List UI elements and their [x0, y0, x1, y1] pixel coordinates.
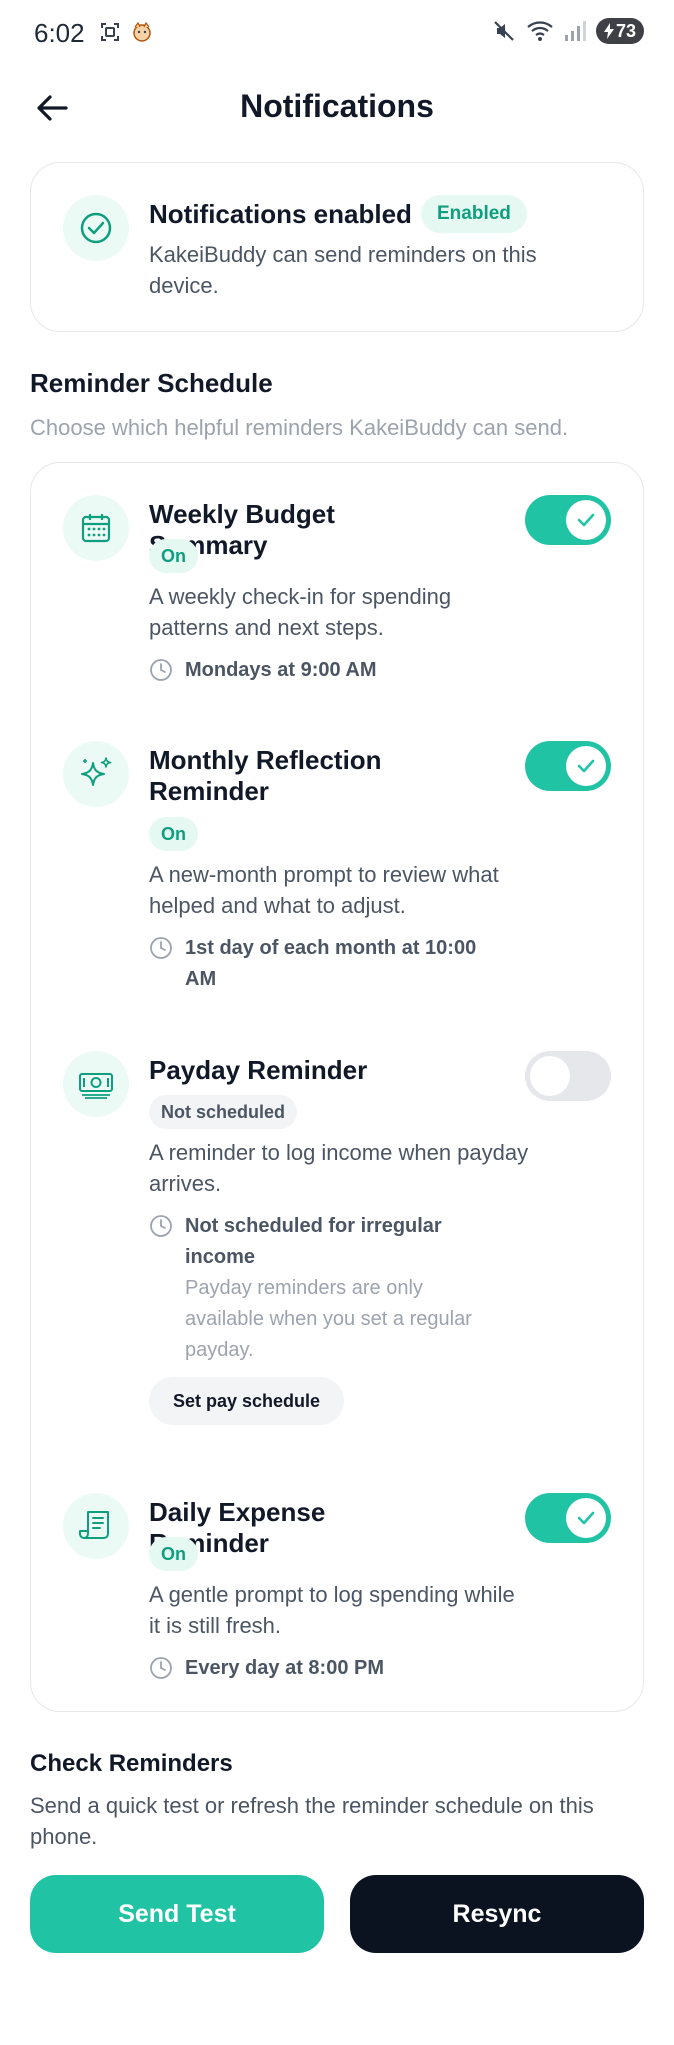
check-reminders-subtitle: Send a quick test or refresh the reminde…	[30, 1793, 594, 1849]
daily-expense-toggle[interactable]	[525, 1493, 611, 1543]
reminder-description: A new-month prompt to review what helped…	[149, 862, 499, 918]
reminder-description: A weekly check-in for spending patterns …	[149, 584, 452, 640]
reminder-schedule-title: Reminder Schedule	[30, 368, 273, 398]
cash-icon	[79, 1073, 113, 1099]
set-pay-schedule-button[interactable]: Set pay schedule	[149, 1377, 345, 1425]
clock-icon	[150, 1215, 172, 1237]
weekly-budget-toggle[interactable]	[525, 495, 611, 545]
status-badge: On	[149, 817, 198, 851]
notification-status-description: KakeiBuddy can send reminders on this de…	[149, 242, 537, 298]
toggle-knob	[566, 500, 606, 540]
wifi-icon	[527, 21, 553, 41]
battery-level: 73	[615, 20, 637, 41]
reminder-list: Weekly Budget Summary On A weekly check-…	[30, 462, 644, 1712]
reminder-icon-circle	[63, 741, 129, 807]
reminder-schedule-subtitle: Choose which helpful reminders KakeiBudd…	[30, 415, 569, 440]
sparkle-icon	[81, 757, 112, 786]
reminder-description: A gentle prompt to log spending while it…	[149, 1582, 515, 1638]
status-badge: Not scheduled	[149, 1095, 298, 1129]
check-reminders-title: Check Reminders	[30, 1750, 233, 1777]
reminder-time-text: Mondays at 9:00 AM	[185, 659, 377, 681]
toggle-knob	[566, 746, 606, 786]
reminder-icon-circle	[63, 495, 129, 561]
reminder-time-text: Not scheduled for irregular income	[185, 1215, 442, 1268]
status-badge: On	[149, 1537, 198, 1571]
send-test-button[interactable]: Send Test	[30, 1875, 324, 1953]
reminder-description: A reminder to log income when payday arr…	[149, 1140, 529, 1196]
page-title: Notifications	[240, 88, 434, 124]
reminder-title: Payday Reminder	[149, 1055, 368, 1085]
receipt-icon	[79, 1511, 109, 1539]
monthly-reflection-toggle[interactable]	[525, 741, 611, 791]
status-time: 6:02	[34, 18, 85, 48]
reminder-time-text: Every day at 8:00 PM	[185, 1657, 384, 1679]
status-icon-circle	[63, 195, 129, 261]
clock-icon	[150, 1657, 172, 1679]
status-bar: 6:02 73	[0, 0, 674, 64]
charging-icon	[603, 23, 614, 39]
screenshot-icon	[101, 23, 119, 41]
reminder-note: Payday reminders are only available when…	[185, 1277, 472, 1361]
mute-icon	[494, 21, 514, 41]
calendar-icon	[81, 514, 111, 543]
check-icon	[577, 759, 595, 773]
check-circle-icon	[80, 212, 112, 244]
notification-status-title: Notifications enabled	[149, 199, 412, 229]
app-notification-icon	[133, 21, 151, 42]
status-badge: Enabled	[421, 195, 527, 233]
clock-icon	[150, 937, 172, 959]
payday-toggle[interactable]	[525, 1051, 611, 1101]
resync-button[interactable]: Resync	[350, 1875, 644, 1953]
reminder-icon-circle	[63, 1051, 129, 1117]
toggle-knob	[566, 1498, 606, 1538]
check-icon	[577, 1511, 595, 1525]
reminder-title: Monthly Reflection Reminder	[149, 745, 382, 806]
reminder-icon-circle	[63, 1493, 129, 1559]
status-badge: On	[149, 539, 198, 573]
reminder-time-text: 1st day of each month at 10:00 AM	[185, 937, 477, 990]
clock-icon	[150, 659, 172, 681]
toggle-knob	[530, 1056, 570, 1096]
battery-indicator: 73	[596, 18, 644, 44]
notification-status-card: Notifications enabled Enabled KakeiBuddy…	[30, 162, 644, 332]
check-icon	[577, 513, 595, 527]
signal-icon	[565, 21, 586, 41]
